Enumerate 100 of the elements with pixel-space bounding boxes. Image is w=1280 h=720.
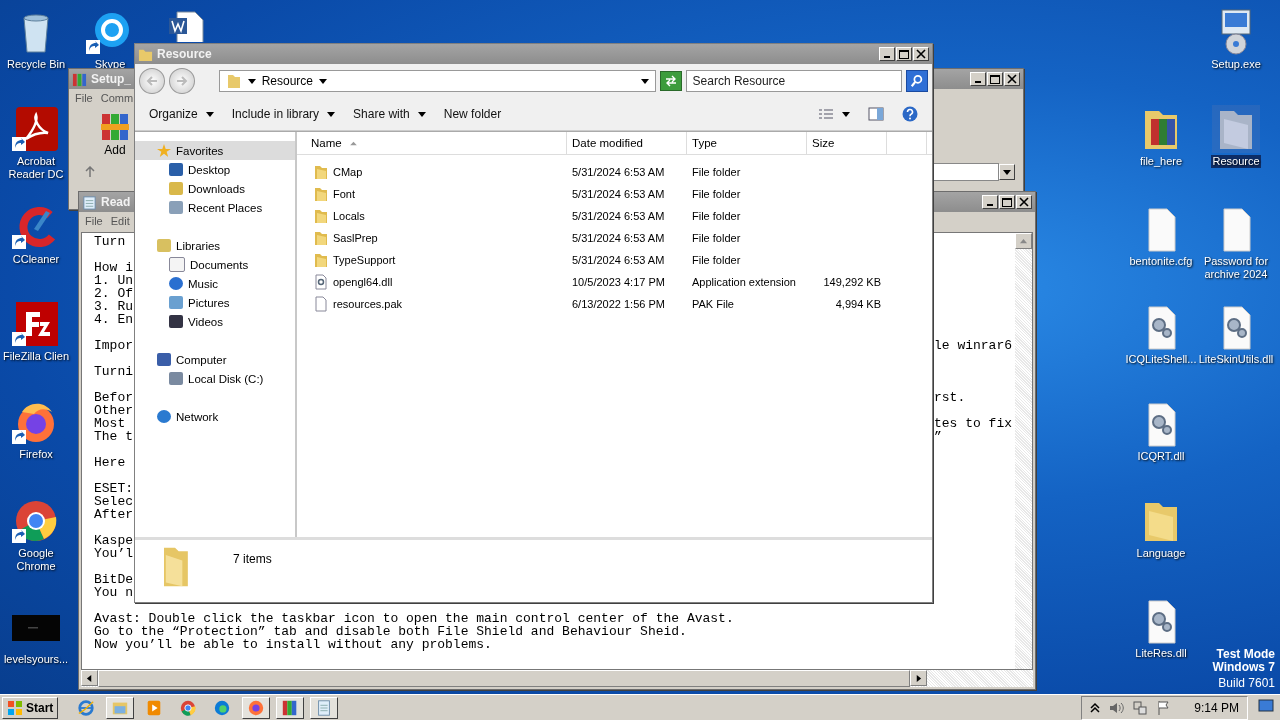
- nav-item[interactable]: Pictures: [135, 293, 295, 312]
- table-cell-text: File folder: [691, 232, 742, 244]
- search-field[interactable]: Search Resource: [685, 70, 903, 92]
- nav-item[interactable]: Network: [135, 407, 295, 426]
- column-header[interactable]: Date modified: [567, 132, 687, 154]
- toolbar-button[interactable]: Share with: [353, 107, 426, 121]
- text-line: Turn: [94, 234, 126, 249]
- maximize-icon: [1001, 197, 1013, 207]
- taskbar-app-button[interactable]: [310, 696, 339, 719]
- window-title: Setup_: [91, 72, 131, 86]
- icon-label: Resource: [1211, 155, 1261, 168]
- transfer-app-icon[interactable]: [12, 300, 60, 348]
- horizontal-scrollbar[interactable]: [81, 670, 1033, 687]
- minimize-button[interactable]: [970, 72, 986, 86]
- maximize-button[interactable]: [987, 72, 1003, 86]
- books-icon: [72, 71, 87, 87]
- toolbar-button[interactable]: New folder: [443, 107, 502, 121]
- start-button[interactable]: Start: [2, 696, 59, 719]
- maximize-icon: [898, 49, 910, 59]
- path-field[interactable]: [931, 163, 999, 181]
- nav-icon: [169, 296, 183, 309]
- column-header[interactable]: Size: [807, 132, 887, 154]
- nav-item[interactable]: Favorites: [135, 141, 295, 160]
- nav-item[interactable]: Downloads: [135, 179, 295, 198]
- text-line: Go to the “Protection” tab and disable both File Shield and Behaviour Sheid.: [94, 624, 687, 639]
- close-button[interactable]: [913, 47, 929, 61]
- toolbar-button[interactable]: Organize: [149, 107, 214, 121]
- nav-item[interactable]: Videos: [135, 312, 295, 331]
- search-button[interactable]: [906, 70, 928, 92]
- minimize-button[interactable]: [982, 195, 998, 209]
- file-name[interactable]: Font: [297, 186, 567, 202]
- taskbar-app-button[interactable]: [276, 696, 305, 719]
- network-icon[interactable]: [1132, 699, 1149, 716]
- nav-item[interactable]: Documents: [135, 255, 295, 274]
- file-name[interactable]: opengl64.dll: [297, 274, 567, 290]
- nav-item[interactable]: Computer: [135, 350, 295, 369]
- nav-item[interactable]: Music: [135, 274, 295, 293]
- maximize-button[interactable]: [999, 195, 1015, 209]
- table-cell-text: 5/31/2024 6:53 AM: [571, 188, 666, 200]
- caret-icon: [247, 77, 256, 85]
- menu-item[interactable]: Comm: [100, 92, 134, 104]
- taskbar-app-button[interactable]: [242, 696, 271, 719]
- nav-icon: [169, 257, 185, 272]
- file-name[interactable]: SaslPrep: [297, 230, 567, 246]
- icon-label: bentonite.cfg: [1128, 255, 1194, 268]
- address-bar[interactable]: Resource: [218, 70, 656, 92]
- clock[interactable]: 9:14 PM: [1194, 700, 1239, 715]
- toolbar-button[interactable]: Include in library: [231, 107, 336, 121]
- vertical-scrollbar[interactable]: [1015, 233, 1032, 669]
- nav-icon: [169, 372, 183, 385]
- taskbar-app-button[interactable]: [106, 696, 135, 719]
- close-icon: [1018, 197, 1030, 207]
- icon-label: Setup.exe: [1210, 58, 1262, 71]
- add-button[interactable]: Add: [99, 111, 131, 157]
- text-line: Avast: Double click the taskbar icon to open the main control center of the Avast.: [94, 611, 734, 626]
- folder-icon: [225, 73, 242, 89]
- watermark-notice: Build 7601: [1218, 677, 1275, 690]
- notepad-icon: [82, 194, 97, 210]
- text-line: tes to fix: [934, 417, 1012, 430]
- table-cell-text: 10/5/2023 4:17 PM: [571, 276, 666, 288]
- close-button[interactable]: [1004, 72, 1020, 86]
- pdf-app-icon[interactable]: [12, 105, 60, 153]
- column-header[interactable]: Type: [687, 132, 807, 154]
- sort-arrow-icon: [349, 140, 357, 146]
- nav-item[interactable]: Libraries: [135, 236, 295, 255]
- file-name[interactable]: resources.pak: [297, 296, 567, 312]
- folder-icon[interactable]: [1212, 105, 1260, 153]
- file-name[interactable]: Locals: [297, 208, 567, 224]
- chevron-icon[interactable]: [1090, 701, 1101, 714]
- file-name[interactable]: CMap: [297, 164, 567, 180]
- caret-icon: [205, 110, 214, 118]
- column-header[interactable]: Name: [297, 132, 567, 154]
- file-name[interactable]: TypeSupport: [297, 252, 567, 268]
- left-arrow-icon: [145, 75, 158, 87]
- icon-label: FileZilla Clien: [2, 350, 70, 363]
- table-cell-text: 5/31/2024 6:53 AM: [571, 232, 666, 244]
- minimize-icon: [884, 56, 890, 58]
- watermark-notice: Windows 7: [1212, 661, 1275, 674]
- up-arrow-icon[interactable]: [85, 166, 95, 178]
- view-options-button[interactable]: [818, 108, 850, 120]
- menu-item[interactable]: Edit: [110, 215, 130, 227]
- right-arrow-icon[interactable]: [915, 674, 922, 682]
- help-button[interactable]: [902, 106, 918, 122]
- nav-item[interactable]: Local Disk (C:): [135, 369, 295, 388]
- right-arrow-icon: [175, 75, 188, 87]
- minimize-button[interactable]: [879, 47, 895, 61]
- icon-label: CCleaner: [11, 253, 61, 266]
- menu-item[interactable]: File: [85, 215, 103, 227]
- close-button[interactable]: [1016, 195, 1032, 209]
- refresh-button[interactable]: [659, 71, 682, 91]
- nav-icon: [169, 182, 183, 195]
- nav-item[interactable]: Desktop: [135, 160, 295, 179]
- left-arrow-icon[interactable]: [86, 674, 93, 682]
- dropdown-button[interactable]: [999, 164, 1015, 180]
- document-icon: [313, 296, 329, 312]
- text-line: Now you’ll be able to install without any problems.: [94, 637, 492, 652]
- watermark-notice: Test Mode: [1216, 648, 1275, 661]
- menu-item[interactable]: File: [75, 92, 93, 104]
- maximize-button[interactable]: [896, 47, 912, 61]
- nav-item[interactable]: Recent Places: [135, 198, 295, 217]
